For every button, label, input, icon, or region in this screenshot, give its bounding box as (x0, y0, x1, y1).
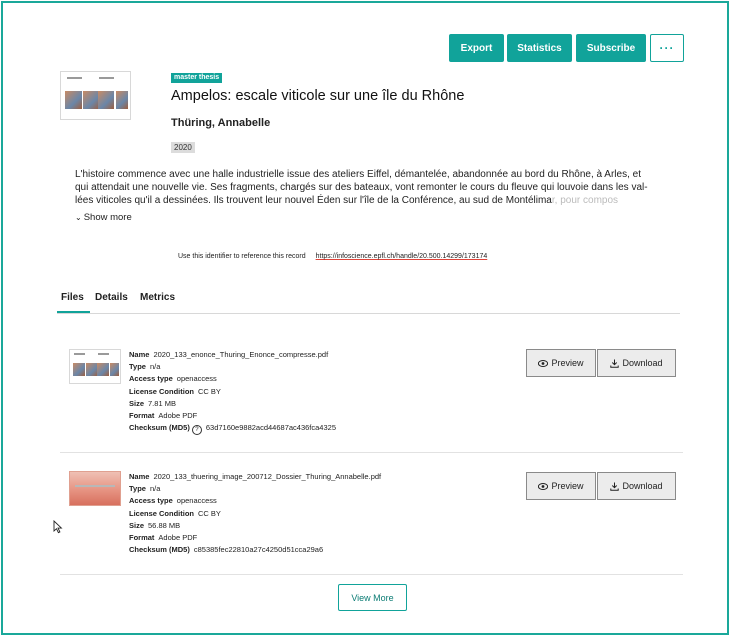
download-button[interactable]: Download (597, 472, 676, 500)
tab-metrics[interactable]: Metrics (140, 292, 175, 303)
file-access: openaccess (176, 496, 217, 506)
tab-details[interactable]: Details (95, 292, 128, 303)
help-icon[interactable]: ? (191, 425, 202, 436)
file-access: openaccess (176, 374, 217, 384)
file-license: CC BY (198, 386, 221, 396)
record-title: Ampelos: escale viticole sur une île du … (171, 88, 465, 104)
type-badge: master thesis (171, 73, 223, 83)
chevron-down-icon: ⌄ (75, 213, 82, 222)
file-license: CC BY (198, 508, 221, 518)
tab-divider (57, 313, 680, 314)
download-icon (610, 482, 620, 491)
divider (60, 574, 683, 575)
year-badge: 2020 (171, 142, 195, 153)
identifier-row: Use this identifier to reference this re… (178, 253, 487, 260)
field-label: Checksum (MD5) (129, 423, 190, 433)
file-type: n/a (149, 484, 161, 494)
field-label: Format (129, 533, 155, 543)
field-label: Size (129, 520, 145, 530)
more-options-button[interactable]: ··· (650, 34, 684, 62)
statistics-button[interactable]: Statistics (507, 34, 572, 62)
record-thumbnail[interactable] (60, 71, 131, 120)
show-more-label: Show more (83, 212, 132, 223)
download-label: Download (622, 358, 663, 368)
mouse-cursor-icon (53, 520, 63, 534)
view-more-button[interactable]: View More (338, 584, 407, 611)
divider (60, 452, 683, 453)
file-checksum: c85385fec22810a27c4250d51cca29a6 (193, 545, 324, 555)
identifier-link[interactable]: https://infoscience.epfl.ch/handle/20.50… (316, 253, 488, 260)
record-author[interactable]: Thüring, Annabelle (171, 117, 270, 129)
file-metadata: Name 2020_133_enonce_Thuring_Enonce_compr… (129, 349, 336, 436)
field-label: Size (129, 398, 145, 408)
abstract-line: lées viticoles qu'il a dessinées. Ils tr… (75, 195, 619, 206)
file-format: Adobe PDF (158, 533, 198, 543)
file-type: n/a (149, 362, 161, 372)
subscribe-button[interactable]: Subscribe (576, 34, 646, 62)
file-thumbnail[interactable] (69, 349, 121, 384)
file-format: Adobe PDF (158, 411, 198, 421)
preview-label: Preview (551, 358, 584, 368)
field-label: License Condition (129, 508, 195, 518)
field-label: Checksum (MD5) (129, 545, 190, 555)
file-size: 7.81 MB (148, 398, 176, 408)
tab-active-indicator (57, 311, 90, 313)
eye-icon (538, 482, 549, 490)
show-more-toggle[interactable]: ⌄ Show more (75, 212, 132, 223)
preview-button[interactable]: Preview (526, 349, 596, 377)
field-label: License Condition (129, 386, 195, 396)
download-label: Download (622, 481, 663, 491)
identifier-label: Use this identifier to reference this re… (178, 253, 306, 260)
file-checksum: 63d7160e9882acd44687ac436fca4325 (205, 423, 336, 433)
file-name: 2020_133_enonce_Thuring_Enonce_compresse… (153, 350, 329, 359)
tab-files[interactable]: Files (61, 292, 84, 303)
field-label: Type (129, 484, 146, 494)
file-size: 56.88 MB (148, 520, 181, 530)
field-label: Format (129, 411, 155, 421)
field-label: Access type (129, 374, 173, 384)
field-label: Access type (129, 496, 173, 506)
field-label: Name (129, 350, 150, 359)
abstract: L'histoire commence avec une halle indus… (75, 168, 675, 207)
field-label: Type (129, 362, 146, 372)
download-button[interactable]: Download (597, 349, 676, 377)
abstract-line: L'histoire commence avec une halle indus… (75, 169, 641, 180)
file-thumbnail[interactable] (69, 471, 121, 506)
file-name: 2020_133_thuering_image_200712_Dossier_T… (153, 472, 382, 481)
eye-icon (538, 359, 549, 367)
preview-label: Preview (551, 481, 584, 491)
export-button[interactable]: Export (449, 34, 504, 62)
download-icon (610, 359, 620, 368)
preview-button[interactable]: Preview (526, 472, 596, 500)
field-label: Name (129, 472, 150, 481)
abstract-line: qui attendait une nouvelle vie. Ses frag… (75, 182, 648, 193)
file-metadata: Name 2020_133_thuering_image_200712_Dossi… (129, 471, 381, 556)
